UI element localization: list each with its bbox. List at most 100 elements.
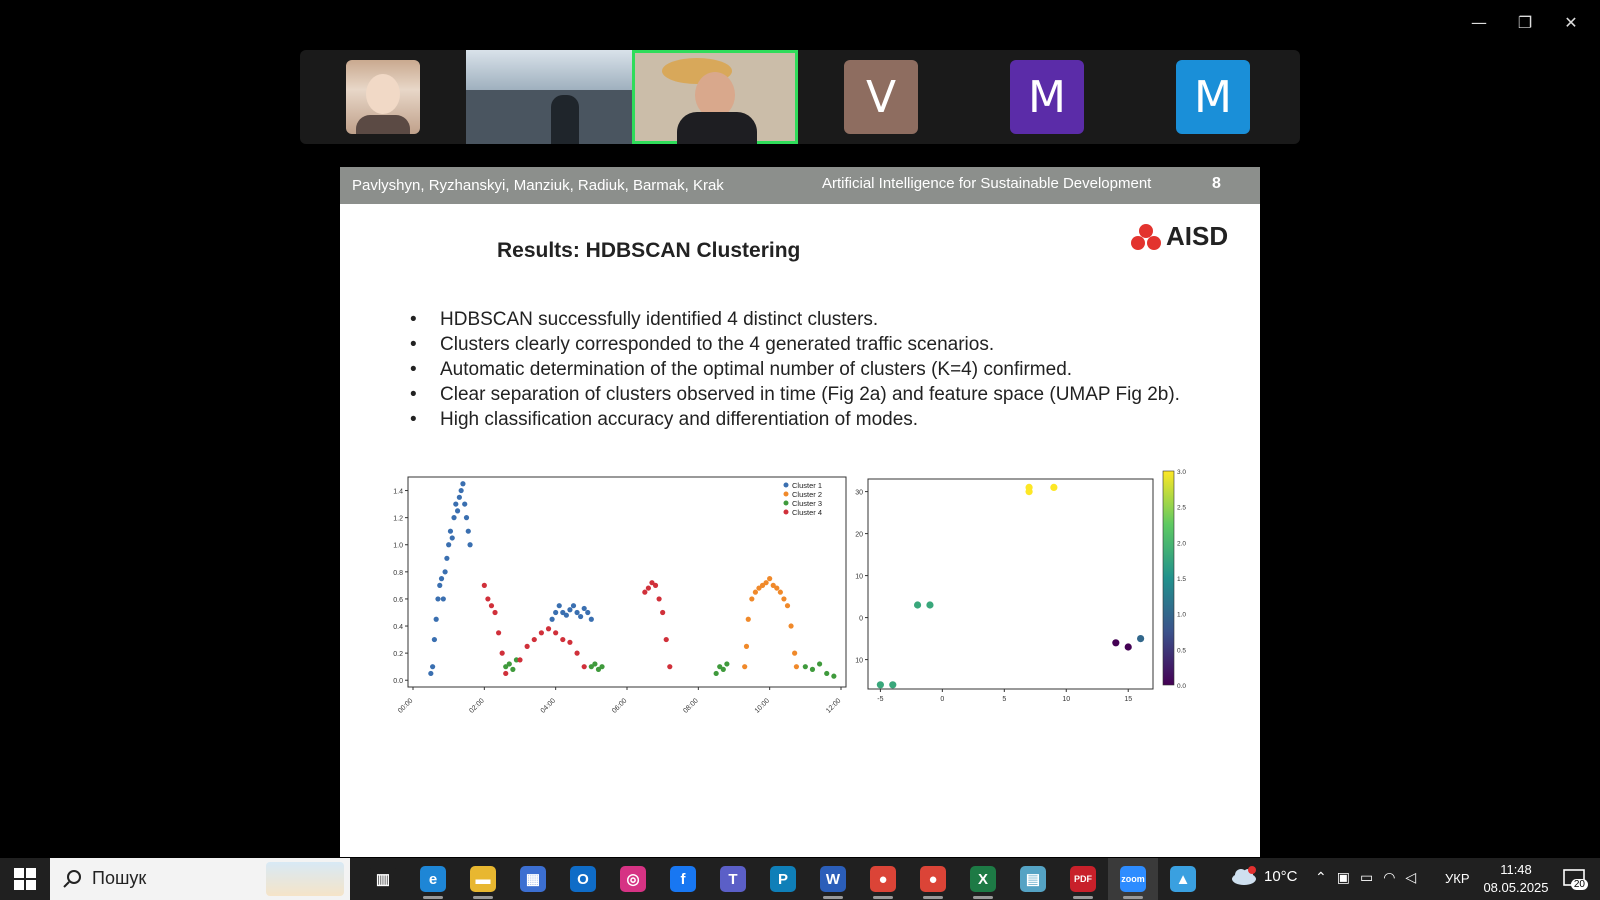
zoom-icon: zoom (1120, 866, 1146, 892)
restore-button[interactable]: ❐ (1502, 8, 1548, 36)
data-point (545, 626, 552, 632)
colorbar-tick-label: 2.0 (1177, 540, 1186, 547)
notification-count: 20 (1570, 879, 1588, 890)
data-point (574, 609, 580, 616)
data-point (444, 555, 450, 561)
participant-tile-v[interactable]: V (798, 50, 964, 144)
data-point (663, 636, 669, 643)
pdf-editor-icon: PDF (1070, 866, 1096, 892)
data-point (1050, 483, 1058, 491)
data-point (749, 596, 755, 602)
taskbar-app-pdf-editor[interactable]: PDF (1058, 858, 1108, 900)
bullet-list: HDBSCAN successfully identified 4 distin… (410, 307, 1210, 432)
volume-icon[interactable]: ◁ (1405, 869, 1416, 886)
participant-video-speaker[interactable] (632, 50, 798, 144)
taskbar-app-word[interactable]: W (808, 858, 858, 900)
data-point (588, 616, 594, 622)
colorbar-tick-label: 2.5 (1177, 505, 1186, 512)
taskbar-app-notes[interactable]: ▤ (1008, 858, 1058, 900)
data-point (578, 613, 584, 620)
data-point (889, 681, 897, 689)
y-tick-label: 0.2 (393, 651, 403, 658)
taskbar-app-zoom[interactable]: zoom (1108, 858, 1158, 900)
search-box[interactable]: Пошук (50, 858, 350, 900)
data-point (563, 612, 569, 618)
legend-label: Cluster 1 (792, 481, 822, 490)
y-tick-label: 30 (855, 490, 863, 497)
x-tick-label: 5 (1002, 696, 1006, 703)
x-tick-label: 10 (1062, 696, 1070, 703)
facebook-icon: f (670, 866, 696, 892)
data-point (433, 616, 439, 622)
participant-video-room[interactable] (466, 50, 632, 144)
battery-icon[interactable]: ▭ (1360, 869, 1373, 886)
x-tick-label: 00:00 (397, 697, 414, 714)
store-icon: ▦ (520, 866, 546, 892)
start-button[interactable] (0, 858, 50, 900)
data-point (652, 582, 659, 588)
data-point (556, 603, 562, 609)
wifi-icon[interactable]: ◠ (1383, 869, 1395, 886)
data-point (642, 589, 648, 595)
language-indicator[interactable]: УКР (1445, 871, 1470, 886)
close-button[interactable]: ✕ (1548, 8, 1594, 36)
data-point (462, 501, 468, 507)
participant-tile-photo[interactable] (300, 50, 466, 144)
taskbar-app-chrome-2[interactable]: ● (908, 858, 958, 900)
windows-icon (14, 868, 36, 890)
legend-marker (783, 500, 789, 506)
clock[interactable]: 11:48 08.05.2025 (1480, 861, 1552, 897)
meet-icon[interactable]: ▣ (1337, 869, 1350, 886)
taskbar-app-pearson[interactable]: P (758, 858, 808, 900)
colorbar (1162, 470, 1175, 686)
taskbar-app-instagram[interactable]: ◎ (608, 858, 658, 900)
data-point (446, 542, 452, 548)
data-point (442, 569, 448, 575)
notification-button[interactable]: 20 (1560, 866, 1590, 892)
y-tick-label: 1.0 (393, 543, 403, 550)
x-tick-label: 08:00 (682, 697, 699, 714)
slide-title: Results: HDBSCAN Clustering (497, 239, 801, 262)
y-tick-label: 0.0 (393, 678, 403, 685)
participant-gallery: V M M (300, 50, 1300, 144)
data-point (781, 596, 787, 602)
colorbar-tick-label: 3.0 (1177, 469, 1186, 476)
data-point (926, 601, 934, 609)
taskbar-app-excel[interactable]: X (958, 858, 1008, 900)
data-point (724, 661, 730, 667)
task-view-icon: ▥ (370, 866, 396, 892)
data-point (560, 636, 566, 643)
data-point (913, 601, 922, 609)
weather-temp: 10°C (1264, 867, 1298, 885)
y-tick-label: 10 (855, 658, 863, 665)
legend-label: Cluster 2 (792, 490, 822, 499)
data-point (447, 528, 454, 534)
taskbar-app-chrome[interactable]: ● (858, 858, 908, 900)
legend-marker (783, 482, 789, 488)
taskbar-app-photos[interactable]: ▲ (1158, 858, 1208, 900)
minimize-button[interactable]: — (1456, 8, 1502, 36)
taskbar-app-edge[interactable]: e (408, 858, 458, 900)
plot-frame (867, 478, 1154, 690)
chrome-2-icon: ● (920, 866, 946, 892)
bullet-item: Clear separation of clusters observed in… (410, 382, 1210, 407)
chevron-up-icon[interactable]: ⌃ (1315, 869, 1327, 886)
participant-tile-m-2[interactable]: M (1130, 50, 1296, 144)
data-point (428, 670, 434, 677)
data-point (720, 666, 726, 672)
taskbar-app-teams[interactable]: T (708, 858, 758, 900)
data-point (784, 603, 791, 609)
taskbar-app-store[interactable]: ▦ (508, 858, 558, 900)
y-tick-label: 0.8 (393, 570, 403, 577)
weather-widget[interactable]: 10°C (1230, 866, 1298, 886)
taskbar-app-file-explorer[interactable]: ▬ (458, 858, 508, 900)
participant-tile-m[interactable]: M (964, 50, 1130, 144)
data-point (454, 508, 461, 514)
bullet-item: Automatic determination of the optimal n… (410, 357, 1210, 382)
taskbar-app-facebook[interactable]: f (658, 858, 708, 900)
data-point (553, 630, 559, 636)
taskbar-app-task-view[interactable]: ▥ (358, 858, 408, 900)
data-point (481, 582, 487, 588)
taskbar-app-outlook[interactable]: O (558, 858, 608, 900)
data-point (752, 589, 758, 595)
